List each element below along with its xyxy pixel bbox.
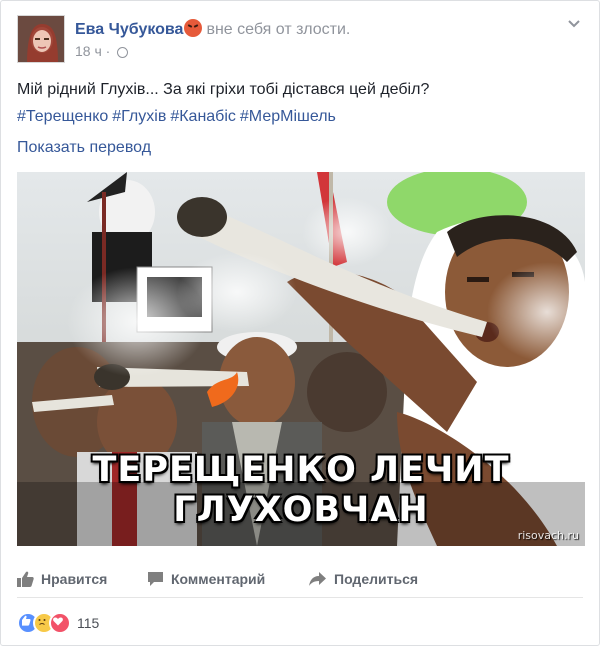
feeling-text: вне себя от злости.: [206, 21, 351, 38]
like-button[interactable]: Нравится: [17, 571, 107, 587]
globe-icon[interactable]: [117, 47, 129, 58]
image-caption: ТЕРЕЩЕНКО ЛЕЧИТ ГЛУХОВЧАН: [92, 450, 510, 530]
thumbs-up-icon: [17, 571, 34, 587]
comment-icon: [148, 572, 163, 586]
post-card: Ева Чубукова вне себя от злости. 18 ч · М…: [0, 0, 600, 646]
like-label: Нравится: [41, 571, 108, 587]
reaction-summary[interactable]: 115: [17, 612, 99, 634]
reaction-count: 115: [77, 615, 100, 631]
hashtags: #Терещенко #Глухів #Канабіс #МерМішель: [17, 108, 340, 126]
post-meta: 18 ч ·: [75, 43, 129, 59]
hashtag-link[interactable]: #Терещенко: [17, 108, 108, 125]
image-watermark: risovach.ru: [517, 529, 579, 542]
share-label: Поделиться: [334, 571, 419, 587]
post-photo[interactable]: ТЕРЕЩЕНКО ЛЕЧИТ ГЛУХОВЧАН risovach.ru: [17, 172, 585, 546]
share-arrow-icon: [309, 572, 326, 586]
post-actions: Нравится Комментарий Поделиться: [17, 561, 583, 597]
avatar-image: [18, 16, 64, 62]
avatar[interactable]: [17, 15, 65, 63]
actions-divider: [17, 597, 583, 598]
hashtag-link[interactable]: #МерМішель: [240, 108, 336, 125]
hashtag-link[interactable]: #Глухів: [112, 108, 166, 125]
chevron-down-icon[interactable]: [567, 17, 581, 31]
author-name[interactable]: Ева Чубукова: [75, 21, 183, 38]
share-button[interactable]: Поделиться: [309, 571, 418, 587]
angry-emoji-icon: [184, 19, 203, 37]
comment-button[interactable]: Комментарий: [147, 571, 265, 587]
show-translation-link[interactable]: Показать перевод: [17, 139, 151, 157]
post-time[interactable]: 18 ч: [75, 43, 102, 59]
header-title: Ева Чубукова вне себя от злости.: [75, 19, 350, 39]
comment-label: Комментарий: [171, 571, 266, 587]
hashtag-link[interactable]: #Канабіс: [170, 108, 236, 125]
post-text: Мій рідний Глухів... За які гріхи тобі д…: [17, 81, 430, 98]
post-header: Ева Чубукова вне себя от злости. 18 ч ·: [17, 15, 583, 65]
love-icon: [49, 612, 71, 634]
